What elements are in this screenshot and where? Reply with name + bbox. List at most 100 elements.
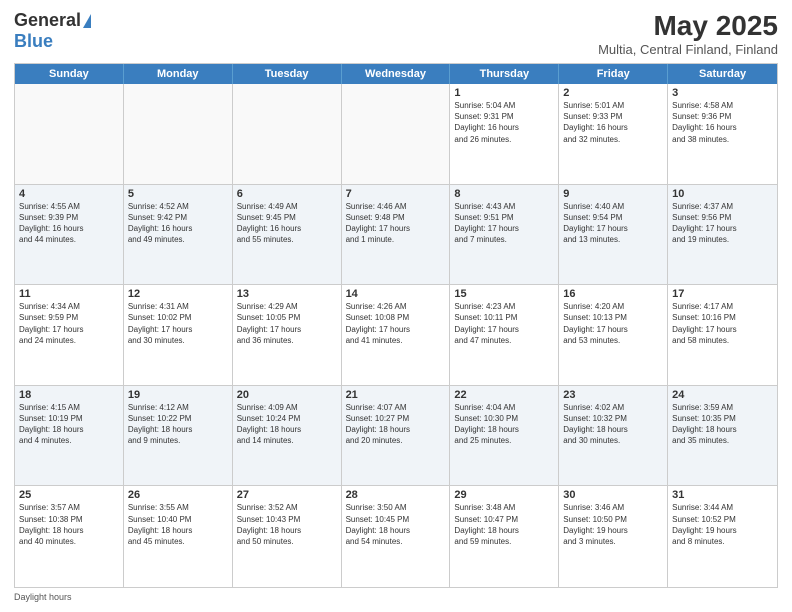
cell-date-number: 13 (237, 288, 337, 300)
day-cell-16: 16Sunrise: 4:20 AM Sunset: 10:13 PM Dayl… (559, 285, 668, 385)
cell-date-number: 24 (672, 389, 773, 401)
cell-info-text: Sunrise: 4:34 AM Sunset: 9:59 PM Dayligh… (19, 301, 119, 346)
cell-info-text: Sunrise: 4:55 AM Sunset: 9:39 PM Dayligh… (19, 201, 119, 246)
cell-info-text: Sunrise: 4:52 AM Sunset: 9:42 PM Dayligh… (128, 201, 228, 246)
cell-date-number: 1 (454, 87, 554, 99)
logo-triangle-icon (83, 14, 91, 28)
day-header-monday: Monday (124, 64, 233, 84)
calendar-row-2: 4Sunrise: 4:55 AM Sunset: 9:39 PM Daylig… (15, 185, 777, 286)
cell-info-text: Sunrise: 3:44 AM Sunset: 10:52 PM Daylig… (672, 502, 773, 547)
cell-info-text: Sunrise: 5:01 AM Sunset: 9:33 PM Dayligh… (563, 100, 663, 145)
calendar-body: 1Sunrise: 5:04 AM Sunset: 9:31 PM Daylig… (15, 84, 777, 587)
cell-info-text: Sunrise: 4:29 AM Sunset: 10:05 PM Daylig… (237, 301, 337, 346)
cell-date-number: 4 (19, 188, 119, 200)
cell-info-text: Sunrise: 4:58 AM Sunset: 9:36 PM Dayligh… (672, 100, 773, 145)
day-header-tuesday: Tuesday (233, 64, 342, 84)
cell-date-number: 15 (454, 288, 554, 300)
day-cell-14: 14Sunrise: 4:26 AM Sunset: 10:08 PM Dayl… (342, 285, 451, 385)
cell-info-text: Sunrise: 4:02 AM Sunset: 10:32 PM Daylig… (563, 402, 663, 447)
cell-date-number: 27 (237, 489, 337, 501)
day-header-saturday: Saturday (668, 64, 777, 84)
cell-date-number: 3 (672, 87, 773, 99)
cell-info-text: Sunrise: 4:37 AM Sunset: 9:56 PM Dayligh… (672, 201, 773, 246)
cell-date-number: 25 (19, 489, 119, 501)
day-header-sunday: Sunday (15, 64, 124, 84)
day-cell-30: 30Sunrise: 3:46 AM Sunset: 10:50 PM Dayl… (559, 486, 668, 587)
cell-info-text: Sunrise: 4:20 AM Sunset: 10:13 PM Daylig… (563, 301, 663, 346)
cell-info-text: Sunrise: 3:57 AM Sunset: 10:38 PM Daylig… (19, 502, 119, 547)
cell-date-number: 28 (346, 489, 446, 501)
cell-date-number: 29 (454, 489, 554, 501)
day-cell-15: 15Sunrise: 4:23 AM Sunset: 10:11 PM Dayl… (450, 285, 559, 385)
cell-date-number: 5 (128, 188, 228, 200)
calendar-subtitle: Multia, Central Finland, Finland (598, 42, 778, 57)
cell-date-number: 26 (128, 489, 228, 501)
calendar-row-4: 18Sunrise: 4:15 AM Sunset: 10:19 PM Dayl… (15, 386, 777, 487)
day-cell-9: 9Sunrise: 4:40 AM Sunset: 9:54 PM Daylig… (559, 185, 668, 285)
cell-info-text: Sunrise: 4:49 AM Sunset: 9:45 PM Dayligh… (237, 201, 337, 246)
cell-date-number: 16 (563, 288, 663, 300)
day-cell-13: 13Sunrise: 4:29 AM Sunset: 10:05 PM Dayl… (233, 285, 342, 385)
cell-date-number: 6 (237, 188, 337, 200)
cell-info-text: Sunrise: 3:55 AM Sunset: 10:40 PM Daylig… (128, 502, 228, 547)
day-cell-28: 28Sunrise: 3:50 AM Sunset: 10:45 PM Dayl… (342, 486, 451, 587)
cell-info-text: Sunrise: 4:31 AM Sunset: 10:02 PM Daylig… (128, 301, 228, 346)
empty-cell (15, 84, 124, 184)
cell-date-number: 8 (454, 188, 554, 200)
cell-info-text: Sunrise: 4:23 AM Sunset: 10:11 PM Daylig… (454, 301, 554, 346)
day-header-thursday: Thursday (450, 64, 559, 84)
calendar-title: May 2025 (598, 10, 778, 42)
calendar-row-3: 11Sunrise: 4:34 AM Sunset: 9:59 PM Dayli… (15, 285, 777, 386)
day-cell-25: 25Sunrise: 3:57 AM Sunset: 10:38 PM Dayl… (15, 486, 124, 587)
empty-cell (124, 84, 233, 184)
day-cell-24: 24Sunrise: 3:59 AM Sunset: 10:35 PM Dayl… (668, 386, 777, 486)
day-header-wednesday: Wednesday (342, 64, 451, 84)
day-cell-26: 26Sunrise: 3:55 AM Sunset: 10:40 PM Dayl… (124, 486, 233, 587)
day-cell-23: 23Sunrise: 4:02 AM Sunset: 10:32 PM Dayl… (559, 386, 668, 486)
cell-date-number: 2 (563, 87, 663, 99)
title-area: May 2025 Multia, Central Finland, Finlan… (598, 10, 778, 57)
page: General Blue May 2025 Multia, Central Fi… (0, 0, 792, 612)
cell-info-text: Sunrise: 4:46 AM Sunset: 9:48 PM Dayligh… (346, 201, 446, 246)
cell-info-text: Sunrise: 4:15 AM Sunset: 10:19 PM Daylig… (19, 402, 119, 447)
day-header-friday: Friday (559, 64, 668, 84)
cell-info-text: Sunrise: 3:52 AM Sunset: 10:43 PM Daylig… (237, 502, 337, 547)
day-cell-6: 6Sunrise: 4:49 AM Sunset: 9:45 PM Daylig… (233, 185, 342, 285)
day-cell-1: 1Sunrise: 5:04 AM Sunset: 9:31 PM Daylig… (450, 84, 559, 184)
cell-date-number: 30 (563, 489, 663, 501)
day-cell-19: 19Sunrise: 4:12 AM Sunset: 10:22 PM Dayl… (124, 386, 233, 486)
cell-info-text: Sunrise: 3:46 AM Sunset: 10:50 PM Daylig… (563, 502, 663, 547)
day-cell-12: 12Sunrise: 4:31 AM Sunset: 10:02 PM Dayl… (124, 285, 233, 385)
day-cell-27: 27Sunrise: 3:52 AM Sunset: 10:43 PM Dayl… (233, 486, 342, 587)
day-cell-5: 5Sunrise: 4:52 AM Sunset: 9:42 PM Daylig… (124, 185, 233, 285)
cell-info-text: Sunrise: 4:43 AM Sunset: 9:51 PM Dayligh… (454, 201, 554, 246)
cell-info-text: Sunrise: 4:17 AM Sunset: 10:16 PM Daylig… (672, 301, 773, 346)
cell-date-number: 21 (346, 389, 446, 401)
cell-date-number: 7 (346, 188, 446, 200)
calendar-row-5: 25Sunrise: 3:57 AM Sunset: 10:38 PM Dayl… (15, 486, 777, 587)
day-cell-31: 31Sunrise: 3:44 AM Sunset: 10:52 PM Dayl… (668, 486, 777, 587)
logo-blue-text: Blue (14, 31, 53, 52)
cell-info-text: Sunrise: 4:04 AM Sunset: 10:30 PM Daylig… (454, 402, 554, 447)
cell-info-text: Sunrise: 3:48 AM Sunset: 10:47 PM Daylig… (454, 502, 554, 547)
cell-date-number: 22 (454, 389, 554, 401)
calendar-header: SundayMondayTuesdayWednesdayThursdayFrid… (15, 64, 777, 84)
footer: Daylight hours (14, 592, 778, 602)
day-cell-3: 3Sunrise: 4:58 AM Sunset: 9:36 PM Daylig… (668, 84, 777, 184)
logo-general-text: General (14, 10, 81, 31)
logo: General Blue (14, 10, 91, 52)
day-cell-22: 22Sunrise: 4:04 AM Sunset: 10:30 PM Dayl… (450, 386, 559, 486)
cell-date-number: 10 (672, 188, 773, 200)
cell-date-number: 23 (563, 389, 663, 401)
day-cell-8: 8Sunrise: 4:43 AM Sunset: 9:51 PM Daylig… (450, 185, 559, 285)
day-cell-4: 4Sunrise: 4:55 AM Sunset: 9:39 PM Daylig… (15, 185, 124, 285)
cell-info-text: Sunrise: 4:40 AM Sunset: 9:54 PM Dayligh… (563, 201, 663, 246)
day-cell-29: 29Sunrise: 3:48 AM Sunset: 10:47 PM Dayl… (450, 486, 559, 587)
cell-info-text: Sunrise: 5:04 AM Sunset: 9:31 PM Dayligh… (454, 100, 554, 145)
day-cell-10: 10Sunrise: 4:37 AM Sunset: 9:56 PM Dayli… (668, 185, 777, 285)
cell-date-number: 11 (19, 288, 119, 300)
cell-date-number: 12 (128, 288, 228, 300)
cell-date-number: 20 (237, 389, 337, 401)
empty-cell (233, 84, 342, 184)
day-cell-17: 17Sunrise: 4:17 AM Sunset: 10:16 PM Dayl… (668, 285, 777, 385)
